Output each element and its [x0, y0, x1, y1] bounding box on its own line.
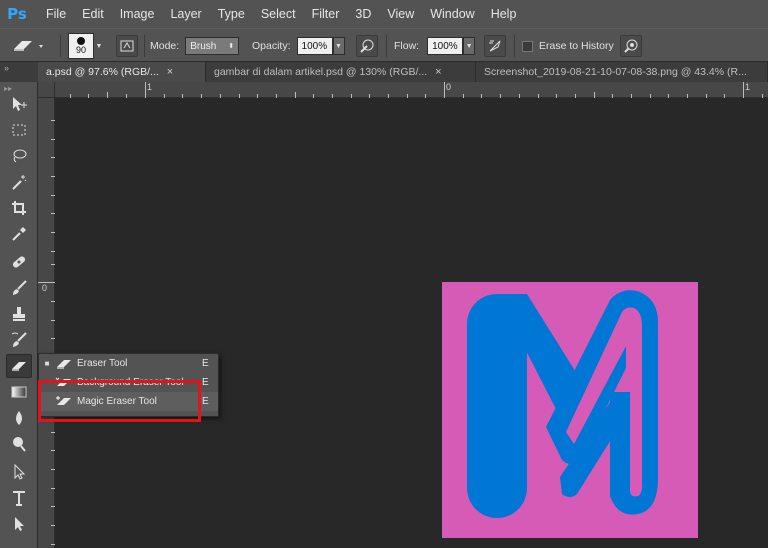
tools-panel: ▸▸	[0, 82, 38, 548]
brush-size-preview[interactable]: 90	[68, 33, 94, 59]
type-icon[interactable]	[6, 486, 32, 510]
ruler-mark: 0	[42, 283, 48, 293]
mode-select[interactable]: Brush ⬍	[185, 37, 240, 55]
checkbox[interactable]	[522, 40, 533, 52]
tool-preset-picker[interactable]	[6, 35, 46, 57]
chevron-down-icon[interactable]: ▼	[463, 37, 476, 55]
ruler-ticks	[38, 120, 55, 545]
ruler-ticks	[70, 82, 763, 98]
eraser-preset-icon	[14, 41, 43, 51]
menu-type[interactable]: Type	[210, 0, 253, 28]
tab-label: Screenshot_2019-08-21-10-07-08-38.png @ …	[484, 66, 747, 78]
chevron-down-icon[interactable]: ▼	[94, 37, 104, 55]
menu-layer[interactable]: Layer	[162, 0, 209, 28]
photoshop-logo: Ps	[7, 5, 27, 23]
menu-file[interactable]: File	[38, 0, 74, 28]
menu-3d[interactable]: 3D	[347, 0, 379, 28]
ruler-mark: 1	[745, 82, 751, 92]
history-brush-icon[interactable]	[6, 328, 32, 352]
blur-icon[interactable]	[6, 406, 32, 430]
flyout-item-eraser[interactable]: ■ Eraser Tool E	[39, 354, 218, 373]
eraser-icon	[55, 357, 77, 371]
mode-value: Brush	[190, 40, 217, 52]
tab-a-psd[interactable]: a.psd @ 97.6% (RGB/... ×	[38, 62, 206, 82]
brush-preset-picker[interactable]: 90 ▼	[68, 33, 104, 59]
flow-label: Flow:	[394, 40, 420, 52]
move-icon[interactable]	[6, 92, 32, 116]
menu-image[interactable]: Image	[112, 0, 163, 28]
direct-selection-icon[interactable]	[6, 512, 32, 536]
clone-stamp-icon[interactable]	[6, 302, 32, 326]
menu-edit[interactable]: Edit	[74, 0, 112, 28]
crop-icon[interactable]	[6, 196, 32, 220]
menu-filter[interactable]: Filter	[304, 0, 348, 28]
shortcut-key: E	[202, 396, 209, 407]
horizontal-ruler[interactable]: 1 0 1	[55, 82, 768, 98]
healing-brush-icon[interactable]	[6, 250, 32, 274]
flyout-item-label: Eraser Tool	[77, 358, 128, 369]
lasso-icon[interactable]	[6, 144, 32, 168]
ruler-mark: 0	[446, 82, 452, 92]
magic-wand-icon[interactable]	[6, 170, 32, 194]
tab-label: a.psd @ 97.6% (RGB/...	[46, 66, 159, 78]
airbrush-icon[interactable]	[484, 35, 506, 57]
mode-label: Mode:	[150, 40, 180, 52]
brush-icon[interactable]	[6, 276, 32, 300]
tab-screenshot-png[interactable]: Screenshot_2019-08-21-10-07-08-38.png @ …	[476, 62, 768, 82]
selected-indicator: ■	[44, 359, 50, 368]
tab-gambar-psd[interactable]: gambar di dalam artikel.psd @ 130% (RGB/…	[206, 62, 476, 82]
brush-size-value: 90	[75, 45, 86, 55]
eraser-icon[interactable]	[6, 354, 32, 378]
eyedropper-icon[interactable]	[6, 222, 32, 246]
path-selection-icon[interactable]	[6, 460, 32, 484]
flow-input[interactable]: 100%	[427, 37, 464, 55]
panel-collapse-button[interactable]: »	[0, 62, 38, 82]
close-icon[interactable]: ×	[167, 66, 173, 78]
tab-label: gambar di dalam artikel.psd @ 130% (RGB/…	[214, 66, 428, 78]
shortcut-key: E	[202, 358, 209, 369]
logo-artwork[interactable]	[442, 282, 698, 538]
menu-bar: Ps File Edit Image Layer Type Select Fil…	[0, 0, 768, 28]
brush-panel-icon[interactable]	[116, 35, 138, 57]
menu-help[interactable]: Help	[483, 0, 525, 28]
pressure-size-icon[interactable]	[620, 35, 642, 57]
marquee-icon[interactable]	[6, 118, 32, 142]
menu-view[interactable]: View	[379, 0, 422, 28]
close-icon[interactable]: ×	[435, 66, 441, 78]
gradient-icon[interactable]	[6, 380, 32, 404]
options-bar: 90 ▼ Mode: Brush ⬍ Opacity: 100% ▼ Flow:…	[0, 28, 768, 62]
pressure-opacity-icon[interactable]	[356, 35, 378, 57]
ruler-origin[interactable]	[38, 82, 55, 98]
opacity-input[interactable]: 100%	[296, 37, 333, 55]
erase-to-history-label: Erase to History	[539, 40, 614, 52]
chevron-updown-icon: ⬍	[228, 43, 235, 50]
shortcut-key: E	[202, 377, 209, 388]
menu-select[interactable]: Select	[253, 0, 304, 28]
document-tabs: a.psd @ 97.6% (RGB/... × gambar di dalam…	[38, 62, 768, 82]
opacity-label: Opacity:	[252, 40, 291, 52]
brush-panel-toggle[interactable]	[116, 35, 138, 57]
annotation-highlight-box	[38, 380, 201, 422]
menu-window[interactable]: Window	[422, 0, 482, 28]
ruler-mark: 1	[147, 82, 153, 92]
erase-to-history-checkbox[interactable]: Erase to History	[522, 35, 614, 57]
dodge-icon[interactable]	[6, 432, 32, 456]
vertical-ruler[interactable]: 0	[38, 98, 55, 548]
chevron-down-icon[interactable]: ▼	[332, 37, 345, 55]
